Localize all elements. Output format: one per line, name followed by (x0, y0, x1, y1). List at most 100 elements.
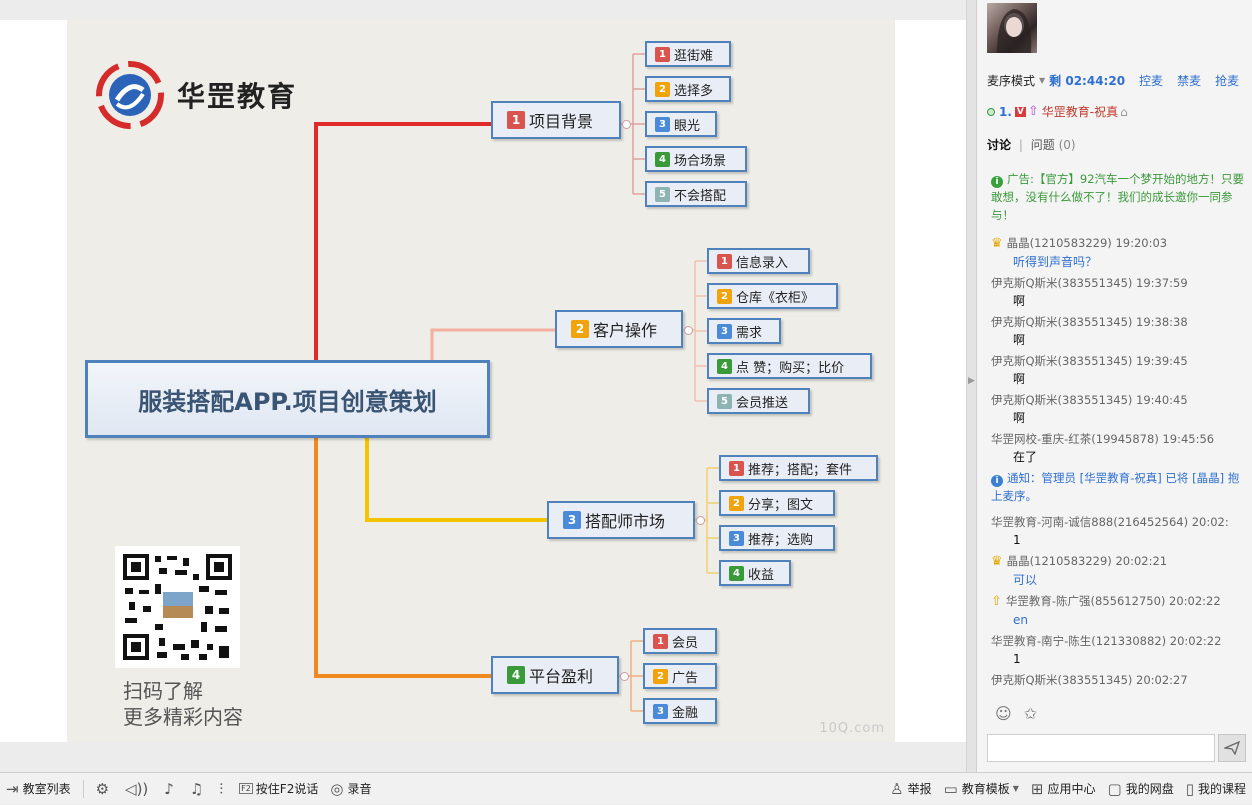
chat-message-header: 伊克斯Q斯米(383551345) 19:39:45 (991, 354, 1188, 368)
mindmap-slide: 华罡教育 服装搭配APP.项目创意策划 1 项目背景 2 客户操作 3 搭配师市… (67, 20, 895, 742)
collapse-toggle-1[interactable] (622, 120, 631, 129)
chevron-down-icon[interactable]: ▼ (1039, 76, 1045, 85)
branch-node-1[interactable]: 1 项目背景 (491, 101, 621, 139)
branch-node-4[interactable]: 4 平台盈利 (491, 656, 619, 694)
tab-questions-count: (0) (1058, 138, 1076, 152)
speaker-button[interactable]: ◁)) (119, 773, 158, 805)
favorite-star-icon[interactable]: ✩ (1024, 704, 1037, 723)
chat-tools: ☺ ✩ (995, 704, 1037, 723)
admin-badge-icon: ⇧ (1027, 104, 1039, 119)
leaf-node-4-3[interactable]: 3 金融 (643, 698, 717, 724)
leaf-number: 2 (655, 81, 670, 97)
leaf-node-2-3[interactable]: 3 需求 (707, 318, 781, 344)
qr-caption: 扫码了解 更多精彩内容 (123, 678, 243, 730)
mic-mode-select[interactable]: 麦序模式 (987, 72, 1035, 89)
branch-node-3[interactable]: 3 搭配师市场 (547, 501, 695, 539)
grab-mic-link[interactable]: 抢麦 (1215, 72, 1239, 89)
leaf-node-1-5[interactable]: 5 不会搭配 (645, 181, 747, 207)
emoji-icon[interactable]: ☺ (995, 704, 1012, 723)
leaf-node-1-4[interactable]: 4 场合场景 (645, 146, 747, 172)
chat-message-body: en (1013, 613, 1028, 627)
tab-discussion[interactable]: 讨论 (987, 138, 1011, 152)
chat-message: ⇧ 华罡教育-陈广强(855612750) 20:02:22 en (991, 592, 1249, 629)
record-button[interactable]: ◎ 录音 (324, 773, 377, 805)
leaf-node-1-1[interactable]: 1 逛街难 (645, 41, 731, 67)
qr-code (115, 546, 240, 668)
chat-message-header: 华罡教育-南宁-陈生(121330882) 20:02:22 (991, 634, 1222, 648)
system-notice-text: 通知：管理员 [华罡教育-祝真] 已将 [晶晶] 抱上麦序。 (991, 471, 1240, 503)
leaf-node-4-1[interactable]: 1 会员 (643, 628, 717, 654)
leaf-label: 逛街难 (674, 48, 714, 64)
collapse-toggle-3[interactable] (696, 516, 705, 525)
leaf-number: 3 (653, 703, 668, 719)
leaf-node-3-2[interactable]: 2 分享；图文 (719, 490, 835, 516)
microphone-button[interactable]: ♪ (158, 773, 184, 805)
edu-template-menu[interactable]: ▭ 教育模板 ▼ (938, 773, 1025, 805)
mixer-button[interactable]: ⫶ (213, 773, 233, 805)
info-icon: i (991, 176, 1003, 188)
leaf-number: 4 (655, 151, 670, 167)
trophy-icon: ♛ (991, 554, 1003, 569)
chat-message-header: 伊克斯Q斯米(383551345) 19:37:59 (991, 276, 1188, 290)
leaf-node-2-2[interactable]: 2 仓库《衣柜》 (707, 283, 838, 309)
my-course-button[interactable]: ▯ 我的课程 (1180, 773, 1252, 805)
classroom-list-button[interactable]: ⇥ 教室列表 (0, 773, 77, 805)
leaf-label: 信息录入 (736, 255, 789, 271)
branch-node-2[interactable]: 2 客户操作 (555, 310, 683, 348)
my-disk-button[interactable]: ▢ 我的网盘 (1102, 773, 1180, 805)
leaf-node-2-5[interactable]: 5 会员推送 (707, 388, 810, 414)
mindmap-root-node[interactable]: 服装搭配APP.项目创意策划 (85, 360, 490, 438)
ad-message-text: 广告:【官方】92汽车一个梦开始的地方！只要敢想，没有什么做不了！我们的成长邀你… (991, 172, 1245, 222)
leaf-node-1-3[interactable]: 3 眼光 (645, 111, 717, 137)
leaf-label: 场合场景 (674, 153, 727, 169)
leaf-node-3-4[interactable]: 4 收益 (719, 560, 791, 586)
chat-input[interactable] (987, 734, 1215, 762)
leaf-number: 1 (729, 460, 744, 476)
chat-message-body: 可以 (1013, 573, 1038, 587)
leaf-number: 1 (655, 46, 670, 62)
control-mic-link[interactable]: 控麦 (1139, 72, 1163, 89)
collapse-toggle-2[interactable] (684, 326, 693, 335)
chat-message: 华罡网校-重庆-红茶(19945878) 19:45:56 在了 (991, 430, 1249, 466)
chat-message-body: 在了 (1013, 450, 1038, 464)
mic-queue-item[interactable]: 1. V ⇧ 华罡教育-祝真 ⌂ (987, 103, 1128, 120)
leaf-node-2-1[interactable]: 1 信息录入 (707, 248, 810, 274)
leaf-number: 2 (717, 288, 732, 304)
chat-message: 伊克斯Q斯米(383551345) 20:02:27 有 (991, 671, 1249, 690)
tab-questions[interactable]: 问题 (1031, 138, 1055, 152)
leaf-node-2-4[interactable]: 4点 赞；购买；比价 (707, 353, 872, 379)
leaf-node-1-2[interactable]: 2 选择多 (645, 76, 731, 102)
chat-message-list[interactable]: i 广告:【官方】92汽车一个梦开始的地方！只要敢想，没有什么做不了！我们的成长邀… (991, 170, 1249, 690)
leaf-node-3-1[interactable]: 1 推荐；搭配；套件 (719, 455, 878, 481)
chat-message-header: ⇧ 华罡教育-陈广强(855612750) 20:02:22 (991, 592, 1249, 611)
chat-message-header: 伊克斯Q斯米(383551345) 19:40:45 (991, 393, 1188, 407)
collapse-toggle-4[interactable] (620, 672, 629, 681)
panel-splitter[interactable]: ▶ (966, 0, 976, 772)
chat-message: 伊克斯Q斯米(383551345) 19:40:45 啊 (991, 391, 1249, 427)
leaf-number: 4 (729, 565, 744, 581)
leaf-label: 选择多 (674, 83, 714, 99)
presentation-stage: 华罡教育 服装搭配APP.项目创意策划 1 项目背景 2 客户操作 3 搭配师市… (0, 0, 966, 772)
gear-icon: ⚙ (95, 779, 110, 798)
app-center-button[interactable]: ⊞ 应用中心 (1025, 773, 1102, 805)
music-button[interactable]: ♫ (184, 773, 213, 805)
chat-message: ♛ 晶晶(1210583229) 19:20:03 听得到声音吗？ (991, 234, 1249, 271)
leaf-node-3-3[interactable]: 3 推荐；选购 (719, 525, 835, 551)
chat-message-body: 听得到声音吗？ (1013, 255, 1098, 269)
leaf-number: 1 (653, 633, 668, 649)
leaf-number: 3 (729, 530, 744, 546)
mute-mic-link[interactable]: 禁麦 (1177, 72, 1201, 89)
send-button[interactable] (1218, 734, 1246, 762)
collapse-panel-icon[interactable]: ▶ (968, 376, 975, 386)
report-button[interactable]: ♙ 举报 (884, 773, 937, 805)
avatar[interactable] (987, 3, 1037, 53)
avatar-image (997, 9, 1032, 53)
leaf-node-4-2[interactable]: 2 广告 (643, 663, 717, 689)
online-status-icon (987, 107, 995, 116)
settings-button[interactable]: ⚙ (90, 773, 119, 805)
push-to-talk-button[interactable]: F2 按住F2说话 (233, 773, 324, 805)
chat-message-header: 伊克斯Q斯米(383551345) 19:38:38 (991, 315, 1188, 329)
branch-3-number: 3 (563, 511, 581, 529)
qr-caption-line-2: 更多精彩内容 (123, 705, 243, 729)
leaf-number: 5 (717, 393, 732, 409)
